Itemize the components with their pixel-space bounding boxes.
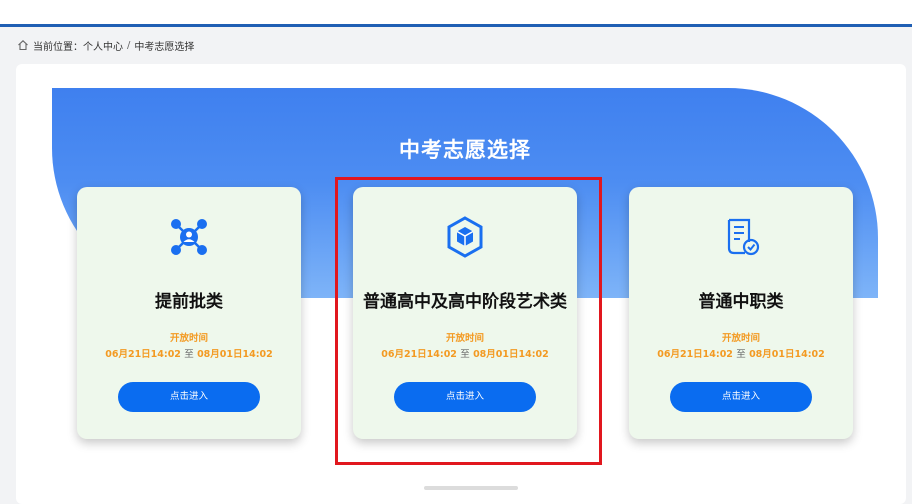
breadcrumb-item-personal-center[interactable]: 个人中心 [83,38,123,53]
breadcrumb-separator: / [127,39,131,51]
enter-button[interactable]: 点击进入 [670,382,812,412]
open-end: 08月01日14:02 [197,349,273,360]
open-time-label: 开放时间 [169,333,208,344]
top-bar [0,0,912,26]
open-start: 06月21日14:02 [105,349,181,360]
breadcrumb-prefix: 当前位置： [33,41,83,53]
network-people-icon [171,219,207,255]
breadcrumb: 当前位置： 个人中心 / 中考志愿选择 [17,37,194,53]
home-icon[interactable] [17,39,29,51]
open-time-range: 06月21日14:02 至 08月01日14:02 [77,346,301,360]
open-time-label: 开放时间 [721,333,760,344]
card-title: 普通中职类 [698,292,784,312]
scroll-hint [424,486,518,490]
certificate-icon [727,218,760,256]
card-title: 提前批类 [155,292,223,312]
open-time-range: 06月21日14:02 至 08月01日14:02 [629,346,853,360]
card-vocational: 普通中职类 开放时间 06月21日14:02 至 08月01日14:02 点击进… [629,187,853,439]
open-end: 08月01日14:02 [749,349,825,360]
enter-button[interactable]: 点击进入 [118,382,260,412]
open-to: 至 [736,349,746,360]
open-to: 至 [184,349,194,360]
highlight-box [335,177,602,465]
open-start: 06月21日14:02 [657,349,733,360]
top-divider [0,24,912,27]
breadcrumb-item-current: 中考志愿选择 [134,41,195,53]
card-early-batch: 提前批类 开放时间 06月21日14:02 至 08月01日14:02 点击进入 [77,187,301,439]
page-title: 中考志愿选择 [399,138,531,162]
